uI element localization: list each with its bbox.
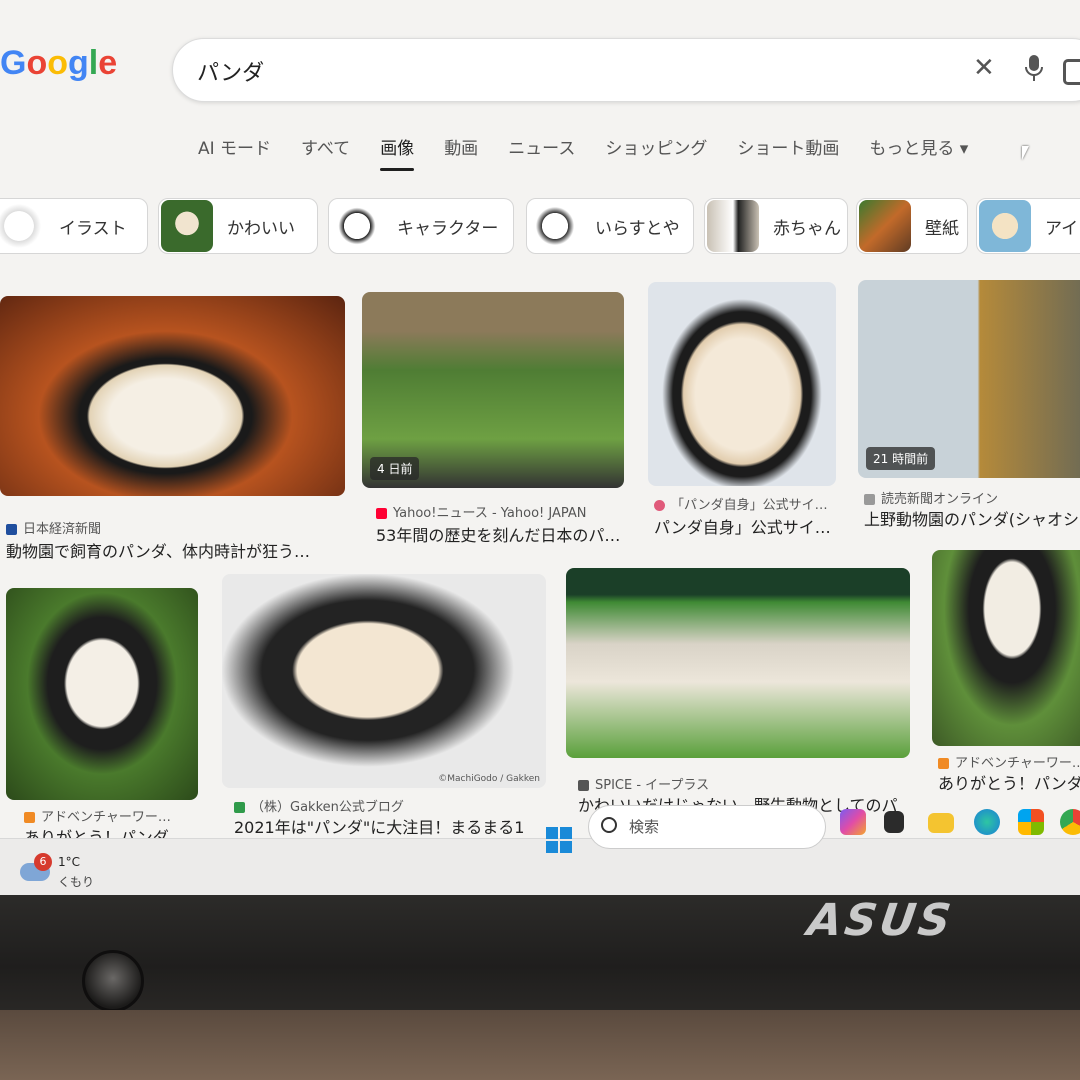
- source-name: 「パンダ自身」公式サイ…: [671, 498, 828, 513]
- source-favicon-icon: [376, 508, 387, 519]
- result-image[interactable]: 4 日前: [362, 292, 624, 488]
- chip-thumbnail: [331, 200, 383, 252]
- taskbar: 6 1°C くもり 検索: [0, 805, 1080, 901]
- chip-thumbnail: [979, 200, 1031, 252]
- chip-character[interactable]: キャラクター: [328, 198, 514, 254]
- result-caption[interactable]: 53年間の歴史を刻んだ日本のパ…: [376, 522, 626, 546]
- mouse-cursor: [1022, 146, 1029, 160]
- chip-label: アイコ: [1045, 218, 1080, 239]
- search-box[interactable]: パンダ ✕: [172, 38, 1080, 102]
- tab-shopping[interactable]: ショッピング: [605, 134, 707, 159]
- search-icon: [601, 817, 617, 833]
- chrome-icon[interactable]: [1060, 809, 1080, 835]
- file-explorer-icon[interactable]: [928, 813, 954, 833]
- desk-surface: [0, 1010, 1080, 1080]
- google-logo[interactable]: Google: [0, 44, 117, 83]
- tab-news[interactable]: ニュース: [508, 134, 575, 159]
- search-input[interactable]: パンダ: [197, 55, 264, 87]
- chip-thumbnail: [0, 200, 45, 252]
- chip-label: 赤ちゃん: [773, 218, 841, 239]
- source-favicon-icon: [6, 524, 17, 535]
- time-badge: 4 日前: [370, 457, 420, 480]
- notification-badge: 6: [34, 853, 52, 871]
- result-image[interactable]: [566, 568, 910, 758]
- source-favicon-icon: [234, 802, 245, 813]
- tab-more[interactable]: もっと見る ▾: [869, 134, 968, 159]
- lens-icon[interactable]: [1063, 59, 1080, 85]
- source-favicon-icon: [578, 780, 589, 791]
- chip-label: キャラクター: [397, 218, 499, 239]
- time-badge: 21 時間前: [866, 447, 936, 470]
- chip-thumbnail: [529, 200, 581, 252]
- source-favicon-icon: [938, 758, 949, 769]
- result-image[interactable]: 21 時間前: [858, 280, 1080, 478]
- result-image[interactable]: [0, 296, 345, 496]
- chip-irasutoya[interactable]: いらすとや: [526, 198, 694, 254]
- source-favicon-icon: [864, 494, 875, 505]
- search-tabs: AI モード すべて 画像 動画 ニュース ショッピング ショート動画 もっと見…: [198, 134, 968, 171]
- image-watermark: ©MachiGodo / Gakken: [438, 774, 540, 784]
- chip-baby[interactable]: 赤ちゃん: [704, 198, 848, 254]
- microphone-icon[interactable]: [1023, 53, 1045, 83]
- result-caption[interactable]: 2021年は"パンダ"に大注目！まるまる1: [234, 814, 544, 838]
- result-image[interactable]: ©MachiGodo / Gakken: [222, 574, 546, 788]
- chip-thumbnail: [161, 200, 213, 252]
- source-name: 日本経済新聞: [23, 522, 102, 537]
- result-source[interactable]: 日本経済新聞: [6, 518, 336, 537]
- source-name: アドベンチャーワー…: [41, 810, 171, 825]
- result-source[interactable]: 読売新聞オンライン: [864, 488, 1080, 507]
- chip-thumbnail: [859, 200, 911, 252]
- result-image[interactable]: [932, 550, 1080, 746]
- chip-wallpaper[interactable]: 壁紙: [856, 198, 968, 254]
- chip-label: 壁紙: [925, 218, 959, 239]
- power-button[interactable]: [82, 950, 144, 1012]
- source-favicon-icon: [654, 500, 665, 511]
- chip-thumbnail: [707, 200, 759, 252]
- result-caption[interactable]: 動物園で飼育のパンダ、体内時計が狂う…: [6, 538, 346, 562]
- result-image[interactable]: [648, 282, 836, 486]
- result-caption[interactable]: パンダ自身」公式サイ…: [654, 514, 834, 538]
- store-icon[interactable]: [1018, 809, 1044, 835]
- tab-videos[interactable]: 動画: [444, 134, 478, 159]
- result-source[interactable]: 「パンダ自身」公式サイ…: [654, 494, 834, 513]
- clear-icon[interactable]: ✕: [973, 53, 995, 83]
- temperature: 1°C: [58, 855, 81, 869]
- tab-ai-mode[interactable]: AI モード: [198, 134, 271, 159]
- copilot-icon[interactable]: [840, 809, 866, 835]
- result-source[interactable]: アドベンチャーワー…: [24, 806, 200, 825]
- source-name: 読売新聞オンライン: [881, 492, 999, 507]
- edge-icon[interactable]: [974, 809, 1000, 835]
- tab-short-videos[interactable]: ショート動画: [737, 134, 839, 159]
- windows-start-icon[interactable]: [546, 827, 572, 853]
- result-source[interactable]: アドベンチャーワー…: [938, 752, 1080, 771]
- source-name: アドベンチャーワー…: [955, 756, 1080, 771]
- task-view-icon[interactable]: [884, 811, 904, 833]
- brand-logo: ASUS: [804, 895, 957, 946]
- source-favicon-icon: [24, 812, 35, 823]
- result-source[interactable]: SPICE - イープラス: [578, 774, 908, 793]
- chip-illust[interactable]: イラスト: [0, 198, 148, 254]
- taskbar-search[interactable]: 検索: [588, 805, 826, 849]
- chip-kawaii[interactable]: かわいい: [158, 198, 318, 254]
- result-caption[interactable]: ありがとう！パンダ: [938, 770, 1080, 794]
- tab-images[interactable]: 画像: [380, 134, 415, 171]
- tab-all[interactable]: すべて: [301, 134, 350, 159]
- source-name: SPICE - イープラス: [595, 778, 710, 793]
- monitor-screen: Google パンダ ✕ AI モード すべて 画像 動画 ニュース ショッピン…: [0, 0, 1080, 905]
- result-source[interactable]: （株）Gakken公式ブログ: [234, 796, 544, 815]
- chip-icon[interactable]: アイコ: [976, 198, 1080, 254]
- result-source[interactable]: Yahoo!ニュース - Yahoo! JAPAN: [376, 502, 626, 521]
- chip-label: いらすとや: [595, 218, 680, 239]
- taskbar-search-placeholder: 検索: [629, 818, 660, 836]
- weather-condition: くもり: [58, 875, 95, 889]
- result-image[interactable]: [6, 588, 198, 800]
- chip-label: かわいい: [227, 218, 295, 239]
- result-caption[interactable]: 上野動物園のパンダ(シャオシ…: [864, 506, 1080, 530]
- source-name: （株）Gakken公式ブログ: [251, 800, 404, 815]
- chip-label: イラスト: [59, 218, 127, 239]
- source-name: Yahoo!ニュース - Yahoo! JAPAN: [393, 506, 587, 521]
